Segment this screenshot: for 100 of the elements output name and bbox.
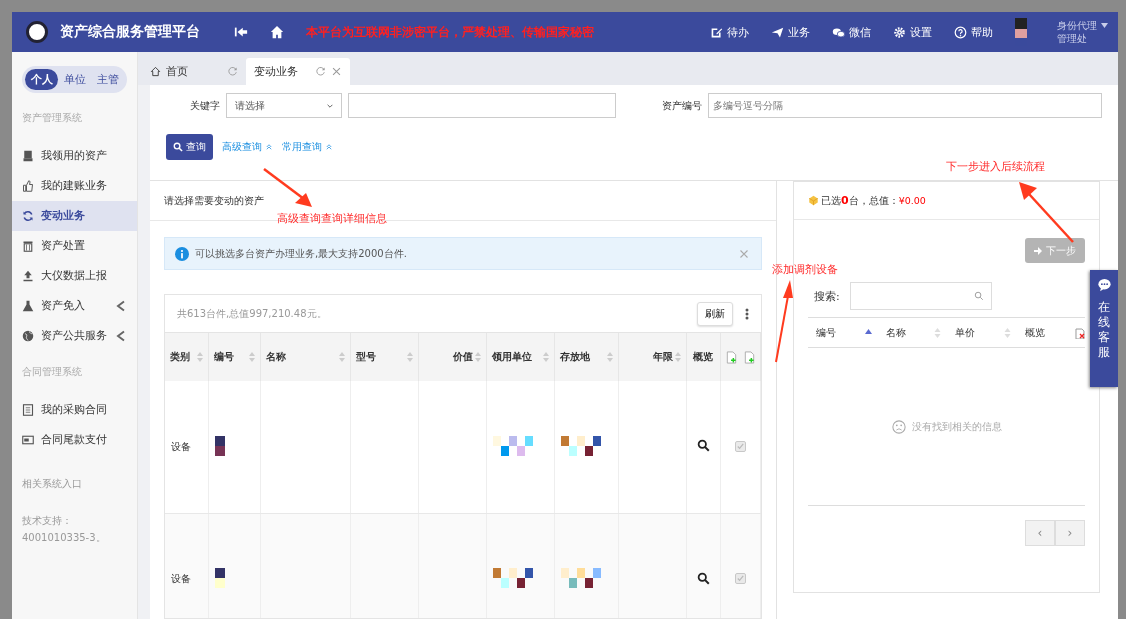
keyword-select[interactable]: 请选择: [226, 93, 342, 118]
mosaic-drawing: [492, 568, 533, 588]
sidebar-item[interactable]: 资产免入: [12, 291, 137, 321]
query-link[interactable]: 高级查询: [222, 140, 273, 154]
column-header[interactable]: 存放地: [554, 333, 619, 381]
field-label: 关键字: [189, 98, 220, 113]
user-role[interactable]: 身份代理: [1057, 19, 1097, 32]
edit-icon: [710, 25, 723, 39]
column-header[interactable]: 编号: [208, 333, 261, 381]
home-icon: [150, 66, 161, 77]
sort-icon: [674, 352, 681, 362]
upload-icon: [22, 270, 34, 282]
refresh-icon: [315, 66, 326, 77]
column-header: 概览: [1025, 325, 1047, 340]
column-header[interactable]: 型号: [350, 333, 419, 381]
caret-icon[interactable]: [1101, 23, 1108, 28]
section-heading: 相关系统入口: [22, 477, 83, 491]
nav-link[interactable]: 微信: [832, 24, 871, 40]
mosaic-drawing: [560, 568, 601, 588]
mosaic-drawing: [560, 435, 601, 456]
asset-number-field[interactable]: 多编号逗号分隔: [708, 93, 1102, 118]
column-header[interactable]: 名称: [885, 325, 956, 340]
table-cell: 设备: [171, 440, 191, 452]
delete-file-icon[interactable]: [1075, 326, 1085, 339]
query-link[interactable]: 常用查询: [282, 140, 333, 154]
chat-icon: [1096, 278, 1112, 292]
card-icon: [22, 434, 34, 446]
sidebar-item[interactable]: 变动业务: [12, 201, 137, 231]
search-field[interactable]: [849, 282, 992, 310]
user-department: 管理处: [1057, 32, 1088, 45]
annotation-text: 高级查询查询详细信息: [277, 211, 387, 226]
panel-title: 请选择需要变动的资产: [164, 193, 264, 208]
help-icon: [954, 25, 967, 39]
keyword-field[interactable]: [348, 93, 616, 118]
summary-text: 共613台件,总值997,210.48元。: [177, 306, 328, 321]
app-title: 资产综合服务管理平台: [60, 23, 200, 41]
scope-tab[interactable]: 主管: [91, 69, 124, 90]
sidebar-item[interactable]: 资产处置: [12, 231, 137, 261]
drive-icon: [22, 150, 34, 162]
search-icon[interactable]: [696, 571, 710, 585]
support-text: 技术支持：4001010335-3。: [22, 514, 107, 545]
sort-icon: [1004, 327, 1012, 338]
column-header[interactable]: 类别: [165, 333, 209, 381]
query-button[interactable]: 查询: [166, 134, 213, 160]
chevron-icon: [115, 300, 127, 312]
refresh-button[interactable]: 刷新: [697, 301, 733, 326]
nav-link[interactable]: 帮助: [954, 24, 993, 40]
column-header[interactable]: 名称: [260, 333, 351, 381]
security-notice: 本平台为互联网非涉密平台，严禁处理、传输国家秘密: [306, 23, 595, 41]
annotation-text: 下一步进入后续流程: [946, 159, 1045, 174]
column-header: 概览: [686, 333, 721, 381]
sort-icon: [474, 352, 481, 362]
sidebar-item[interactable]: 大仪数据上报: [12, 261, 137, 291]
scope-tab[interactable]: 单位: [58, 69, 91, 90]
table-cell: 设备: [171, 573, 191, 584]
column-header[interactable]: 单价: [955, 325, 1026, 340]
column-header[interactable]: 价值: [418, 333, 487, 381]
selection-summary: 已选0 台，总值：¥0.00: [821, 193, 926, 208]
sort-icon: [606, 352, 613, 362]
nav-link[interactable]: 业务: [771, 24, 810, 40]
empty-message: 没有找到相关的信息: [911, 419, 1002, 434]
sort-icon: [196, 352, 203, 362]
search-icon: [173, 142, 183, 152]
mosaic-drawing: [214, 568, 225, 588]
sort-icon: [338, 352, 345, 362]
nav-link[interactable]: 设置: [893, 24, 932, 40]
nav-link[interactable]: 待办: [710, 24, 749, 40]
document-icon: [22, 404, 34, 416]
column-header[interactable]: 年限: [618, 333, 687, 381]
sidebar-item[interactable]: 合同尾款支付: [12, 425, 137, 455]
annotation-arrow: [262, 167, 314, 209]
sidebar-item[interactable]: 资产公共服务: [12, 321, 137, 351]
page-tab[interactable]: 首页: [142, 58, 246, 85]
sort-icon: [248, 352, 255, 362]
sidebar-item[interactable]: 我的建账业务: [12, 171, 137, 201]
column-header[interactable]: 编号: [816, 325, 886, 340]
mosaic-drawing: [214, 435, 225, 456]
field-label: 资产编号: [662, 98, 702, 113]
logo-icon: [26, 21, 48, 43]
trash-icon: [22, 240, 34, 252]
sort-icon: [934, 327, 942, 338]
info-icon: [175, 246, 189, 261]
refresh-icon: [227, 66, 238, 77]
sidebar-item[interactable]: 我领用的资产: [12, 141, 137, 171]
collapse-icon[interactable]: [234, 25, 248, 39]
home-icon[interactable]: [270, 25, 284, 39]
search-icon[interactable]: [696, 439, 710, 453]
close-icon: [331, 66, 342, 77]
annotation-text: 添加调剂设备: [772, 262, 838, 277]
column-header[interactable]: 领用单位: [486, 333, 555, 381]
arrow-right-icon: [1034, 246, 1042, 255]
alert-text: 可以挑选多台资产办理业务,最大支持2000台件.: [195, 246, 408, 261]
globe-icon: [22, 330, 34, 342]
chat-widget[interactable]: 在线客服: [1090, 270, 1118, 387]
sad-face-icon: [891, 419, 906, 434]
scope-tab[interactable]: 个人: [25, 69, 58, 90]
sidebar-item[interactable]: 我的采购合同: [12, 395, 137, 425]
more-icon[interactable]: [745, 307, 749, 320]
section-heading: 资产管理系统: [22, 111, 83, 125]
page-tab[interactable]: 变动业务: [246, 58, 350, 85]
